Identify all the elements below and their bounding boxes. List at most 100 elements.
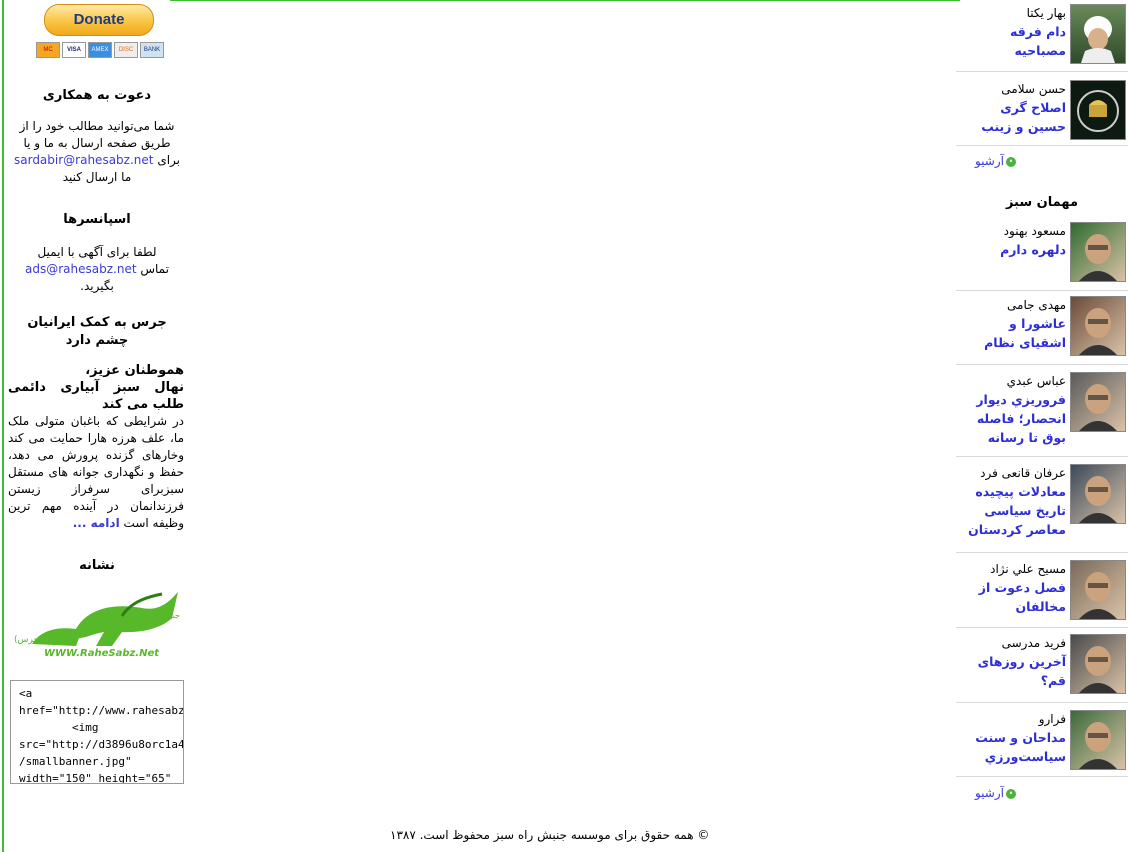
logo-sub: جنبش [160,611,180,620]
title-line: مصباحیه [1014,43,1066,58]
cleric-photo-icon[interactable] [1070,4,1126,64]
sponsors-text: لطفا برای آگهی با ایمیل تماس ads@rahesab… [8,244,186,295]
title-line: سیاست‌ورزي [984,749,1066,764]
sponsors-title: اسپانسرها [63,212,131,227]
invite-text: شما می‌توانید مطالب خود را از طریق صفحه … [8,118,186,186]
discover-icon: DISC [114,42,138,58]
title-line: معادلات پیچیده [975,484,1066,499]
portrait-photo-icon[interactable] [1070,560,1126,620]
guest-title-link[interactable]: فروريزي ديوار انحصار؛ فاصله بوق تا رسانه [976,390,1066,447]
sponsors-line2-suffix: تماس [140,262,169,276]
rss-icon: • [1006,788,1016,799]
guest-section-title: مهمان سبز [1005,195,1078,210]
portrait-photo-icon[interactable] [1070,634,1126,694]
amex-icon: AMEX [88,42,112,58]
help-title: جرس به کمک ایرانیان چشم دارد [8,314,186,350]
portrait-photo-icon[interactable] [1070,222,1126,282]
divider [956,290,1128,291]
title-line: فصل دعوت از [978,580,1066,595]
title-line: بوق تا رسانه [987,430,1066,445]
guest-title-link[interactable]: معادلات پیچیده تاریخ سیاسی معاصر کردستان [968,482,1066,539]
author-title-link[interactable]: اصلاح گری حسین و زینب [981,98,1066,136]
help-text: در شرایطی که باغبان متولی ملک ما، علف هر… [8,413,184,532]
invite-title: دعوت به همکاری [42,88,152,103]
guest-name: مسیح علي نژاد [990,562,1066,576]
guest-title-link[interactable]: آخرین روزهای قم؟ [978,652,1066,690]
logo-tag: (جرس) [14,635,43,645]
sponsors-email-link[interactable]: ads@rahesabz.net [25,262,137,276]
guest-title-link[interactable]: دلهره دارم [1000,240,1066,259]
archive-label: آرشیو [974,154,1004,168]
divider [956,776,1128,777]
author-title-link[interactable]: دام فرقه مصباحیه [1010,22,1066,60]
title-line: حسین و زینب [981,119,1066,134]
guest-name: عباس عبدي [1006,374,1066,388]
mastercard-icon: MC [36,42,60,58]
help-headline: نهال سبز آبیاری دائمی طلب می کند [8,380,184,412]
invite-email-link[interactable]: sardabir@rahesabz.net [14,153,154,167]
guest-name: مهدی جامی [1007,298,1066,312]
guest-name: فرارو [1038,712,1066,726]
divider [956,71,1128,72]
title-line: تاریخ سیاسی [984,503,1066,518]
sponsors-line2: تماس ads@rahesabz.net [8,261,186,278]
archive-link[interactable]: •آرشیو [975,786,1016,800]
portrait-photo-icon[interactable] [1070,296,1126,356]
archive-link[interactable]: •آرشیو [975,154,1016,168]
title-line: عاشورا و [1009,316,1066,331]
title-line: معاصر کردستان [968,522,1066,537]
sponsors-line1: لطفا برای آگهی با ایمیل [37,245,157,259]
divider [956,145,1128,146]
donate-button[interactable]: Donate [44,4,154,36]
guest-title-link[interactable]: مداحان و سنت سیاست‌ورزي [975,728,1066,766]
code-line-5: /smallbanner.jpg" [19,755,132,768]
invite-line2: طریق صفحه ارسال به ما و یا [23,136,171,150]
guest-title-link[interactable]: عاشورا و اشقیای نظام [984,314,1066,352]
help-title-line1: جرس به کمک ایرانیان [27,315,167,330]
guest-name: عرفان قانعی فرد [980,466,1066,480]
shrine-photo-icon[interactable] [1070,80,1126,140]
title-line: قم؟ [1040,673,1066,688]
help-title-line2: چشم دارد [65,333,129,348]
sponsors-line3: بگیرید. [80,279,114,293]
copyright-footer: © همه حقوق برای موسسه جنبش راه سبز محفوظ… [390,828,710,842]
title-line: اصلاح گری [1000,100,1066,115]
invite-line1: شما می‌توانید مطالب خود را از [19,119,175,133]
embed-code-textarea[interactable]: <a href="http://www.rahesabz <img src="htt… [10,680,184,784]
code-line-2: href="http://www.rahesabz [19,704,184,717]
help-more-link[interactable]: ادامه ... [73,516,120,530]
code-line-3: <img [19,721,99,734]
author-name: بهار یکتا [1026,6,1066,20]
divider [956,552,1128,553]
code-line-6: width="150" height="65" [19,772,172,784]
help-body-text: در شرایطی که باغبان متولی ملک ما، علف هر… [8,414,184,530]
divider [956,627,1128,628]
invite-line4: ما ارسال کنید [62,170,132,184]
author-name: حسن سلامی [1001,82,1066,96]
rahesabz-logo[interactable]: (جرس) جنبش WWW.RaheSabz.Net [12,588,184,660]
portrait-photo-icon[interactable] [1070,372,1126,432]
visa-icon: VISA [62,42,86,58]
help-salutation: هموطنان عزیز، [85,363,184,378]
portrait-photo-icon[interactable] [1070,710,1126,770]
divider [956,456,1128,457]
guest-title-link[interactable]: فصل دعوت از مخالفان [979,578,1066,616]
rss-icon: • [1006,156,1016,167]
portrait-photo-icon[interactable] [1070,464,1126,524]
logo-url: WWW.RaheSabz.Net [44,648,160,659]
donate-widget: Donate MC VISA AMEX DISC BANK [36,2,166,62]
title-line: دلهره دارم [1000,242,1066,257]
guest-name: فرید مدرسی [1001,636,1066,650]
rahesabz-logo-icon: (جرس) جنبش WWW.RaheSabz.Net [14,592,180,659]
title-line: مداحان و سنت [975,730,1066,745]
title-line: آخرین روزهای [977,654,1066,669]
invite-line3-suffix: برای [157,153,180,167]
payment-cards: MC VISA AMEX DISC BANK [36,42,166,58]
invite-line3: برای sardabir@rahesabz.net [8,152,186,169]
code-line-4: src="http://d3896u8orc1a4! [19,738,184,751]
left-border [2,0,4,852]
badge-title: نشانه [79,558,115,573]
title-line: مخالفان [1015,599,1067,614]
help-body: هموطنان عزیز، نهال سبز آبیاری دائمی طلب … [8,362,184,532]
title-line: فروريزي ديوار [976,392,1066,407]
